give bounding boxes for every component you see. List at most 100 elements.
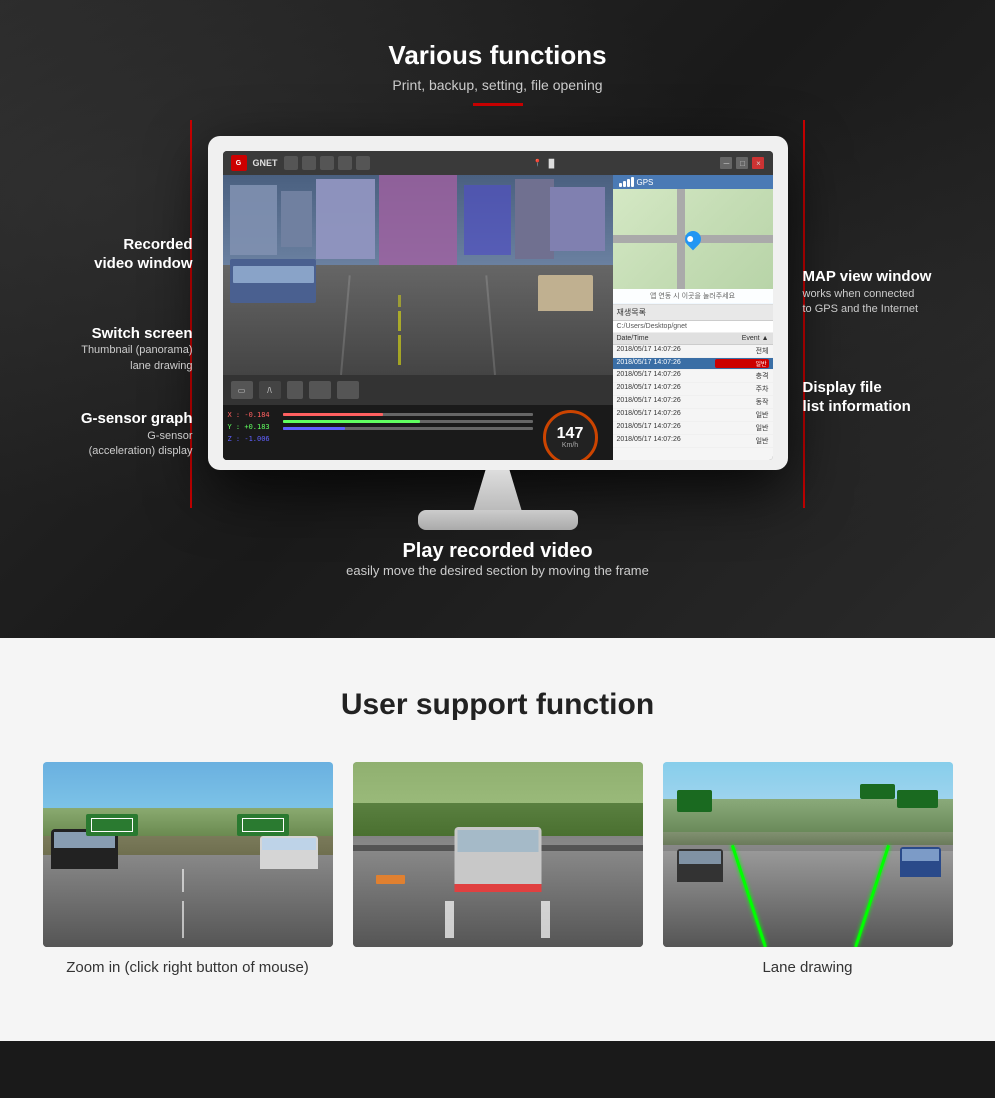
car-l-window: [679, 851, 721, 864]
support-item-rear: [353, 762, 643, 981]
switch-btn-4[interactable]: [309, 381, 331, 399]
img3-sign2: [897, 790, 938, 809]
toolbar-icon-2[interactable]: [302, 156, 316, 170]
truck-brakelight: [454, 884, 541, 892]
play-section: Play recorded video easily move the desi…: [208, 540, 788, 578]
img2-truck: [454, 827, 541, 892]
img1-sign-right: [237, 814, 289, 836]
gps-instruction: 앱 연동 시 이곳을 눌러주세요: [613, 289, 773, 303]
file-row-6[interactable]: 2018/05/17 14:07:26 일반: [613, 422, 773, 435]
file-path: C:/Users/Desktop/gnet: [613, 321, 773, 333]
rear-image: [353, 762, 643, 947]
display-file-title: Display filelist information: [803, 378, 978, 417]
file-row-7[interactable]: 2018/05/17 14:07:26 일반: [613, 435, 773, 448]
gsensor-x-line: [283, 413, 383, 416]
switch-screen-bar: ▭ /\: [223, 375, 613, 405]
right-annotations: MAP view window works when connectedto G…: [788, 257, 978, 456]
toolbar-icon-3[interactable]: [320, 156, 334, 170]
functions-subtitle: Print, backup, setting, file opening: [0, 77, 995, 93]
file-row-5[interactable]: 2018/05/17 14:07:26 일반: [613, 409, 773, 422]
file-date-2: 2018/05/17 14:07:26: [617, 371, 718, 381]
file-row-0[interactable]: 2018/05/17 14:07:26 전체: [613, 345, 773, 358]
lane-mark-3: [398, 295, 401, 307]
speed-value: 147: [557, 426, 584, 442]
gsensor-display: X : -0.184 Y : +0.183 Z : -1.006: [223, 405, 613, 460]
truck-window: [457, 830, 538, 853]
file-date-7: 2018/05/17 14:07:26: [617, 436, 718, 446]
gps-pin: [685, 231, 701, 247]
file-event-3: 주차: [718, 384, 769, 394]
file-event-5: 일반: [718, 410, 769, 420]
building-6: [515, 179, 554, 259]
gsensor-graph-area: [283, 413, 533, 460]
gps-label: GPS: [637, 178, 654, 187]
file-row-3[interactable]: 2018/05/17 14:07:26 주차: [613, 383, 773, 396]
img1-line1: [182, 901, 184, 938]
img2-barrier: [376, 875, 405, 884]
file-row-2[interactable]: 2018/05/17 14:07:26 충격: [613, 370, 773, 383]
img2-line-r: [541, 901, 550, 938]
support-images: Zoom in (click right button of mouse): [40, 762, 955, 981]
software-body: ▭ /\: [223, 175, 773, 460]
user-support-title: User support function: [40, 688, 955, 722]
bus-windows: [233, 266, 314, 284]
file-rows-container: 2018/05/17 14:07:26 전체 2018/05/17 14:07:…: [613, 345, 773, 448]
functions-title: Various functions: [0, 40, 995, 71]
stand-base: [418, 510, 578, 530]
annotation-recorded-video: Recordedvideo window: [18, 235, 193, 274]
building-3: [316, 179, 375, 259]
img2-line-l: [445, 901, 454, 938]
switch-screen-title: Switch screen: [18, 324, 193, 344]
brand-icon: G: [231, 155, 247, 171]
img1-line2: [182, 869, 184, 891]
toolbar-icon-4[interactable]: [338, 156, 352, 170]
title-underline: [473, 103, 523, 106]
play-subtitle: easily move the desired section by movin…: [208, 563, 788, 578]
building-7: [550, 187, 605, 251]
img3-sign3: [860, 784, 895, 799]
gps-header: GPS: [613, 175, 773, 189]
gps-signal-icon: [619, 177, 634, 187]
switch-btn-1[interactable]: ▭: [231, 381, 253, 399]
file-event-4: 동작: [718, 397, 769, 407]
gsensor-y-line: [283, 420, 421, 423]
file-date-4: 2018/05/17 14:07:26: [617, 397, 718, 407]
building-2: [281, 191, 312, 247]
annotation-map-view: MAP view window works when connectedto G…: [803, 267, 978, 317]
file-row-4[interactable]: 2018/05/17 14:07:26 동작: [613, 396, 773, 409]
toolbar-icon-1[interactable]: [284, 156, 298, 170]
gps-panel: GPS: [613, 175, 773, 305]
various-functions-header: Various functions Print, backup, setting…: [0, 40, 995, 106]
main-video-panel: ▭ /\: [223, 175, 613, 460]
switch-screen-sub: Thumbnail (panorama)lane drawing: [18, 343, 193, 374]
switch-btn-3[interactable]: [287, 381, 303, 399]
road-vertical: [677, 189, 685, 289]
toolbar-icon-5[interactable]: [356, 156, 370, 170]
file-date-3: 2018/05/17 14:07:26: [617, 384, 718, 394]
file-date-5: 2018/05/17 14:07:26: [617, 410, 718, 420]
minimize-btn[interactable]: ─: [720, 157, 732, 169]
file-date-6: 2018/05/17 14:07:26: [617, 423, 718, 433]
file-row-1[interactable]: 2018/05/17 14:07:26 일반: [613, 358, 773, 370]
support-item-zoom: Zoom in (click right button of mouse): [43, 762, 333, 981]
close-btn[interactable]: ×: [752, 157, 764, 169]
file-table-header: Date/Time Event ▲: [613, 333, 773, 345]
software-titlebar: G GNET: [223, 151, 773, 175]
file-event-1: 일반: [715, 359, 768, 368]
pickup-window: [262, 838, 316, 850]
maximize-btn[interactable]: □: [736, 157, 748, 169]
titlebar-left: G GNET: [231, 155, 370, 171]
monitor-area: Recordedvideo window Switch screen Thumb…: [0, 136, 995, 578]
file-date-0: 2018/05/17 14:07:26: [617, 346, 718, 356]
switch-btn-5[interactable]: [337, 381, 359, 399]
switch-btn-2[interactable]: /\: [259, 381, 281, 399]
gsensor-baseline: [283, 413, 533, 416]
lane-label: Lane drawing: [663, 959, 953, 976]
speed-unit: Km/h: [562, 442, 578, 449]
software-ui: G GNET: [223, 151, 773, 460]
left-annotations: Recordedvideo window Switch screen Thumb…: [18, 225, 208, 490]
file-list-title: 재생목록: [613, 305, 773, 321]
stand-neck: [468, 470, 528, 510]
lane-mark-2: [398, 311, 401, 331]
gsensor-z-baseline: [283, 427, 533, 430]
